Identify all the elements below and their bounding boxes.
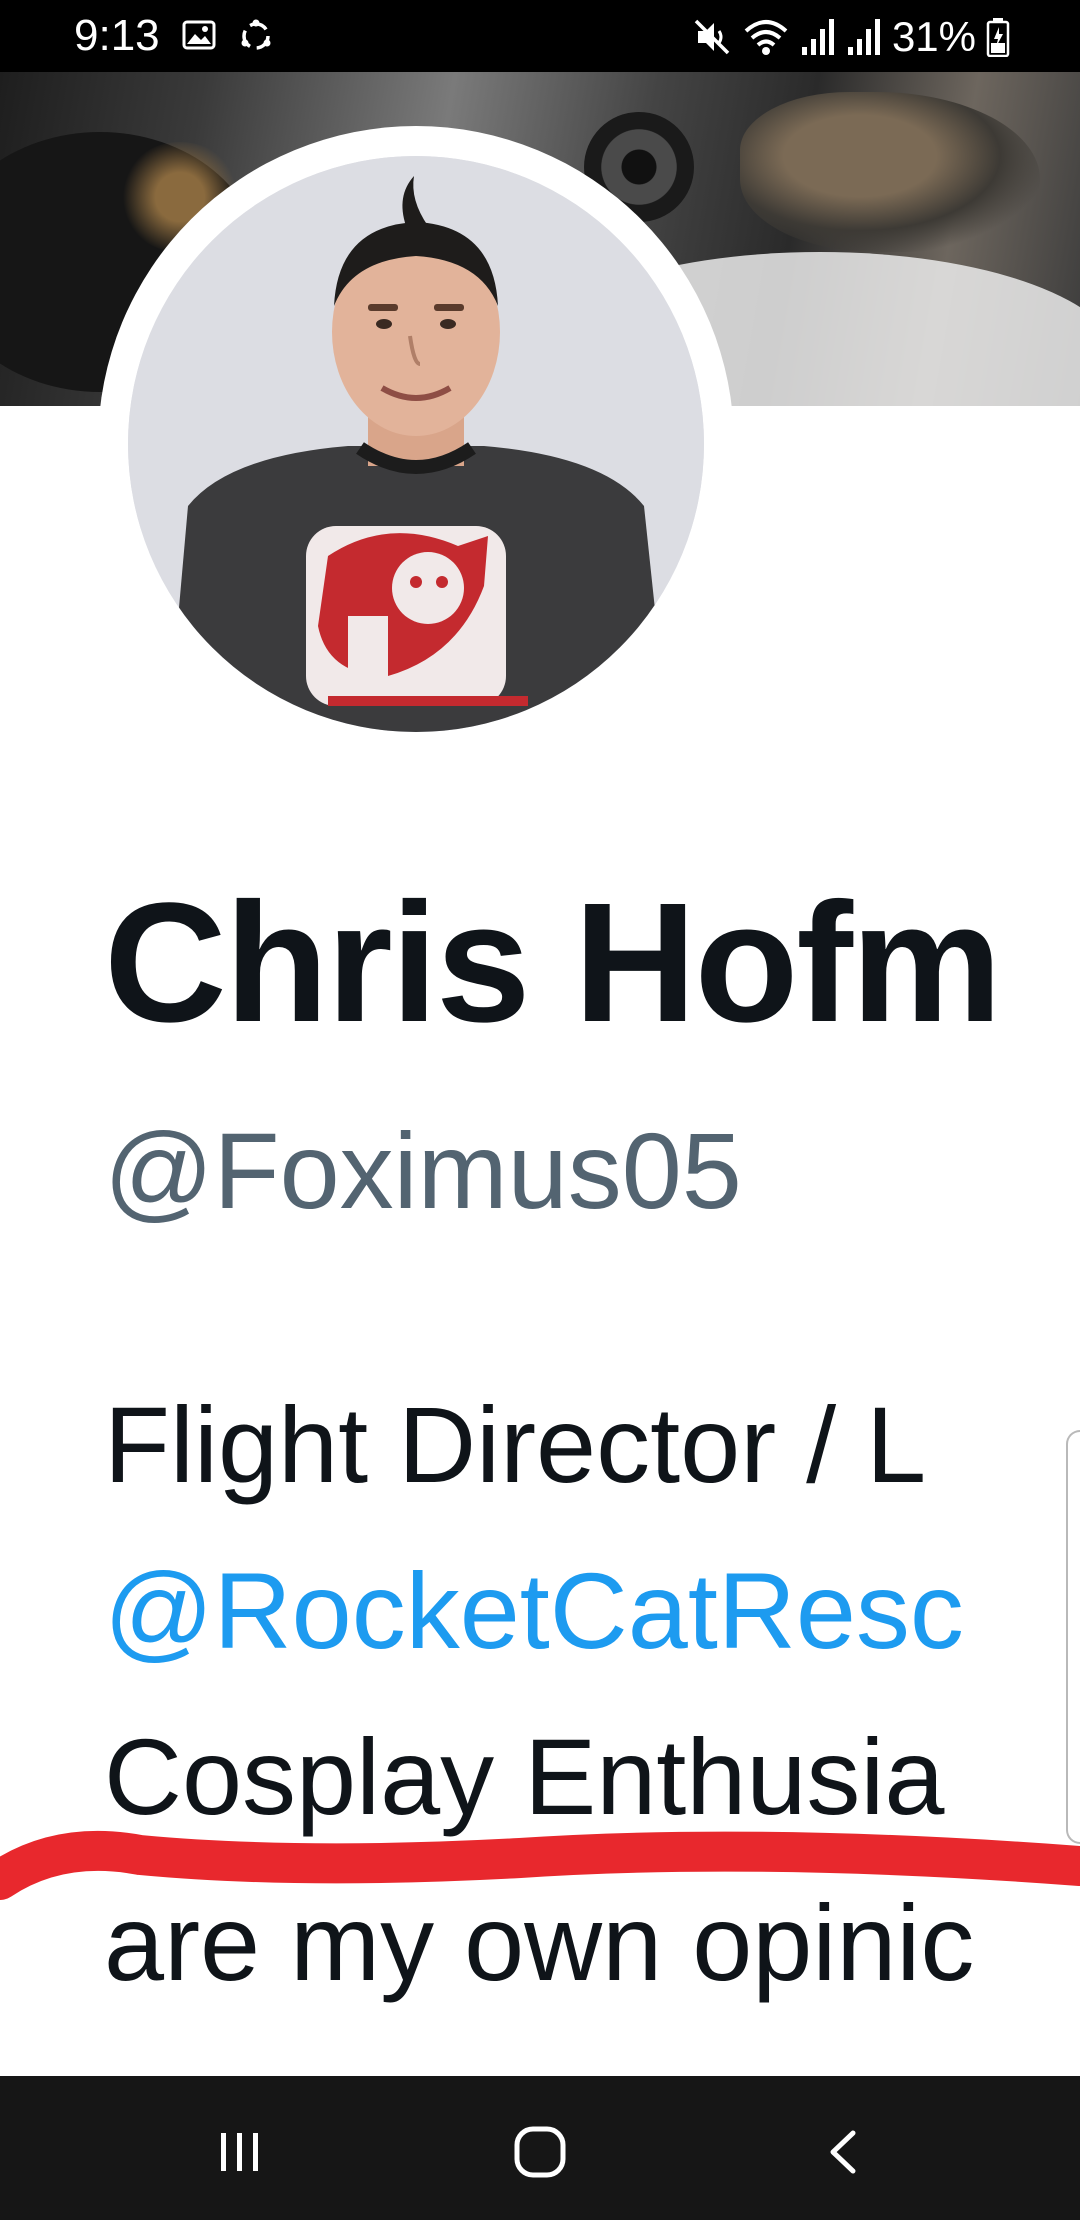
signal-icon bbox=[801, 19, 834, 55]
mute-icon bbox=[694, 19, 730, 55]
home-icon bbox=[514, 2126, 566, 2178]
red-marker-scribble bbox=[0, 1830, 1080, 1900]
profile-avatar[interactable] bbox=[98, 126, 734, 762]
battery-percent: 31% bbox=[891, 13, 976, 60]
profile-bio: Flight Director / L @RocketCatResc Cospl… bbox=[104, 1362, 1080, 2026]
status-time: 9:13 bbox=[74, 11, 160, 60]
avatar-photo bbox=[128, 156, 704, 732]
avatar-portrait bbox=[128, 156, 704, 732]
home-button[interactable] bbox=[500, 2112, 580, 2192]
signal-icon-2 bbox=[847, 19, 880, 55]
sync-icon bbox=[241, 19, 271, 50]
wifi-icon bbox=[744, 20, 788, 55]
battery-icon bbox=[986, 18, 1010, 57]
profile-handle: @Foximus05 bbox=[104, 1110, 742, 1231]
bio-line-1: Flight Director / L bbox=[104, 1384, 927, 1505]
banner-rust-texture bbox=[740, 92, 1040, 252]
bio-mention-link[interactable]: @RocketCatResc bbox=[104, 1528, 1080, 1694]
system-navigation-bar bbox=[0, 2076, 1080, 2220]
back-icon bbox=[830, 2130, 856, 2174]
status-bar: 9:13 31% bbox=[0, 0, 1080, 72]
edge-panel-handle[interactable] bbox=[1066, 1430, 1080, 1844]
status-right-group: 31% bbox=[692, 14, 1010, 60]
back-button[interactable] bbox=[804, 2112, 884, 2192]
gallery-icon bbox=[182, 20, 216, 50]
recents-button[interactable] bbox=[200, 2112, 280, 2192]
profile-display-name: Chris Hofm bbox=[104, 868, 1002, 1058]
recents-icon bbox=[221, 2133, 258, 2171]
